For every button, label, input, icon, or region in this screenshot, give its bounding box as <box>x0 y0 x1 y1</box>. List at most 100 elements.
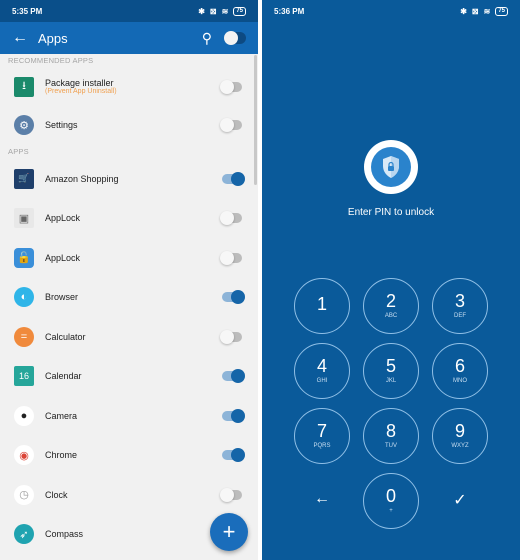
add-app-fab[interactable]: + <box>210 513 248 551</box>
browser-globe-icon: ◐ <box>14 287 34 308</box>
bluetooth-icon: ✱ <box>198 6 205 16</box>
app-name: Amazon Shopping <box>45 173 119 184</box>
app-row[interactable]: ▣ AppLock <box>0 199 258 239</box>
scrollbar[interactable] <box>254 55 257 185</box>
app-name: Settings <box>45 120 78 130</box>
app-name: Calendar <box>45 371 82 382</box>
section-header-apps: APPS <box>8 147 29 156</box>
lock-toggle[interactable] <box>220 211 242 226</box>
app-subtitle: (Prevent App Uninstall) <box>45 88 117 95</box>
search-icon[interactable]: ⚲ <box>202 30 212 47</box>
pin-key-1[interactable]: 1 <box>294 278 350 334</box>
applock-apps-screen: 5:35 PM ✱ ⊠ ≋ 75 ← Apps ⚲ RECOMMENDED APPS … <box>0 0 258 560</box>
section-header-recommended: RECOMMENDED APPS <box>8 56 94 65</box>
app-name: AppLock <box>45 213 81 224</box>
status-bar: 5:36 PM ✱ ⊠ ≋ 75 <box>262 0 520 22</box>
applock-safe-icon: ▣ <box>14 208 34 229</box>
backspace-icon[interactable]: ← <box>294 490 350 508</box>
notification-icon: ⊠ <box>209 6 217 16</box>
key-letters: + <box>389 508 393 514</box>
wifi-icon: ≋ <box>221 6 229 16</box>
camera-icon: ● <box>14 405 34 426</box>
key-letters: TUV <box>385 443 397 449</box>
key-digit: 1 <box>316 294 327 314</box>
key-letters: WXYZ <box>451 443 469 449</box>
key-digit: 8 <box>385 421 396 441</box>
key-digit: 7 <box>316 421 327 441</box>
calculator-icon: = <box>14 326 34 347</box>
app-row[interactable]: ● Camera <box>0 396 258 436</box>
chrome-icon: ◉ <box>14 445 34 466</box>
pin-key-8[interactable]: 8 TUV <box>363 408 419 464</box>
app-row[interactable]: ◐ Browser <box>0 278 258 318</box>
padlock-icon: 🔓 <box>14 247 34 268</box>
battery-icon: 75 <box>495 6 508 16</box>
lock-toggle[interactable] <box>220 250 242 265</box>
lock-toggle[interactable] <box>220 329 242 344</box>
battery-icon: 75 <box>233 6 246 16</box>
pin-key-7[interactable]: 7 PQRS <box>294 408 350 464</box>
page-title: Apps <box>38 30 68 46</box>
app-name: Camera <box>45 410 78 421</box>
app-name: Package installer <box>45 78 114 88</box>
key-digit: 5 <box>385 356 396 376</box>
pin-key-6[interactable]: 6 MNO <box>432 343 488 399</box>
wifi-icon: ≋ <box>483 6 491 16</box>
key-digit: 9 <box>454 421 465 441</box>
back-arrow-icon[interactable]: ← <box>12 29 38 47</box>
app-name: Browser <box>45 292 79 303</box>
app-row-package-installer[interactable]: ⭳ Package installer (Prevent App Uninstal… <box>0 68 258 105</box>
master-lock-toggle[interactable] <box>224 31 246 45</box>
pin-key-3[interactable]: 3 DEF <box>432 278 488 334</box>
download-icon: ⭳ <box>14 76 34 97</box>
app-row[interactable]: 🔓 AppLock <box>0 238 258 278</box>
pin-key-0[interactable]: 0 + <box>363 473 419 529</box>
app-row[interactable]: ◉ Chrome <box>0 436 258 476</box>
lock-toggle[interactable] <box>220 487 242 502</box>
status-time: 5:36 PM <box>274 6 305 16</box>
app-row[interactable]: ◷ Clock <box>0 475 258 515</box>
confirm-check-icon[interactable]: ✓ <box>432 490 488 510</box>
app-name: AppLock <box>45 252 81 263</box>
key-digit: 2 <box>385 291 396 311</box>
lock-toggle[interactable] <box>220 118 242 132</box>
shield-lock-icon <box>364 140 418 194</box>
key-letters: PQRS <box>313 443 331 449</box>
lock-toggle[interactable] <box>222 369 245 384</box>
pin-unlock-screen: 5:36 PM ✱ ⊠ ≋ 75 Enter PIN to unlock 1 2 ABC 3… <box>262 0 520 560</box>
pin-key-5[interactable]: 5 JKL <box>363 343 419 399</box>
key-digit: 6 <box>454 356 465 376</box>
key-digit: 0 <box>385 486 396 506</box>
compass-icon: ➶ <box>14 524 34 545</box>
status-bar: 5:35 PM ✱ ⊠ ≋ 75 <box>0 0 258 22</box>
shopping-cart-icon: 🛒 <box>14 168 34 189</box>
lock-toggle[interactable] <box>222 448 245 463</box>
key-letters: ABC <box>384 313 398 319</box>
lock-toggle[interactable] <box>222 408 245 423</box>
pin-key-9[interactable]: 9 WXYZ <box>432 408 488 464</box>
pin-key-4[interactable]: 4 GHI <box>294 343 350 399</box>
app-name: Chrome <box>45 450 78 461</box>
app-bar: ← Apps ⚲ <box>0 22 258 54</box>
clock-icon: ◷ <box>14 484 34 505</box>
app-row-settings[interactable]: ⚙ Settings <box>0 105 258 145</box>
app-row[interactable]: 🛒 Amazon Shopping <box>0 159 258 199</box>
app-list: 🛒 Amazon Shopping ▣ AppLock 🔓 AppLock ◐ Browser… <box>0 159 258 554</box>
key-digit: 3 <box>454 291 465 311</box>
lock-toggle[interactable] <box>220 79 242 94</box>
lock-toggle[interactable] <box>222 290 245 305</box>
key-letters: DEF <box>454 313 466 319</box>
app-row[interactable]: 16 Calendar <box>0 357 258 397</box>
app-name: Calculator <box>45 331 86 342</box>
status-time: 5:35 PM <box>12 6 43 16</box>
bluetooth-icon: ✱ <box>460 6 467 16</box>
key-letters: JKL <box>385 378 397 384</box>
lock-toggle[interactable] <box>222 171 245 186</box>
notification-icon: ⊠ <box>471 6 479 16</box>
settings-gear-icon: ⚙ <box>14 115 34 135</box>
app-row[interactable]: = Calculator <box>0 317 258 357</box>
pin-prompt: Enter PIN to unlock <box>347 207 435 218</box>
pin-key-2[interactable]: 2 ABC <box>363 278 419 334</box>
key-letters: GHI <box>316 378 328 384</box>
key-letters: MNO <box>453 378 467 384</box>
